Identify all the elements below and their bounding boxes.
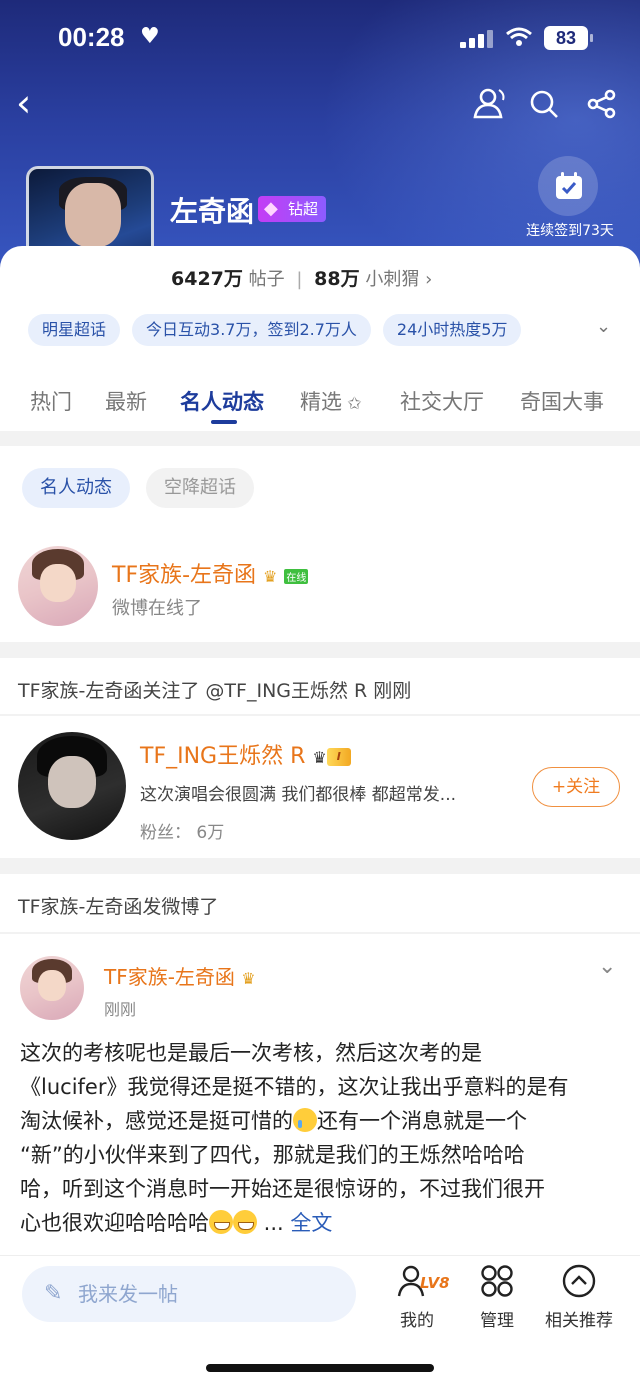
topic-chips: 明星超话 今日互动3.7万，签到2.7万人 24小时热度5万	[28, 314, 522, 348]
online-status: 微博在线了	[112, 598, 202, 619]
read-more-link[interactable]: 全文	[290, 1211, 332, 1235]
post-line: 心也很欢迎哈哈哈哈 ... 全文	[20, 1206, 625, 1240]
calendar-check-icon	[556, 172, 582, 199]
nav-recommend[interactable]: 相关推荐	[534, 1264, 624, 1331]
home-indicator[interactable]	[206, 1364, 434, 1372]
back-icon[interactable]: ‹	[16, 84, 31, 122]
tab-featured[interactable]: 精选 ✩	[300, 386, 362, 416]
stats-divider: |	[296, 269, 303, 290]
post-time: 刚刚	[104, 1000, 137, 1019]
tab-hot[interactable]: 热门	[30, 386, 72, 416]
share-icon[interactable]	[586, 88, 618, 124]
followed-user-name[interactable]: TF_ING王烁然 R ♛ I	[140, 738, 351, 770]
diamond-badge[interactable]: 钻超	[258, 196, 327, 222]
nav-manage-label: 管理	[480, 1311, 514, 1331]
avatar-face	[65, 183, 121, 247]
tab-kingdom-news[interactable]: 奇国大事	[520, 386, 604, 416]
post-line-text: 淘汰候补，感觉还是挺可惜的	[20, 1109, 293, 1133]
chevron-right-icon[interactable]: ›	[425, 269, 432, 290]
featured-icon: ✩	[342, 394, 362, 414]
followed-user-desc: 这次演唱会很圆满 我们都很棒 都超常发...	[140, 785, 457, 805]
tab-celebrity[interactable]: 名人动态	[180, 386, 264, 416]
level-label: LV8	[420, 1274, 450, 1292]
level-badge: I	[326, 748, 351, 766]
grin-emoji-icon	[233, 1210, 257, 1234]
posts-label: 帖子	[248, 269, 285, 290]
tab-social-hall[interactable]: 社交大厅	[400, 386, 484, 416]
nav-mine-label: 我的	[400, 1311, 434, 1331]
compose-input[interactable]: ✎ 我来发一帖	[22, 1266, 356, 1322]
tab-featured-label: 精选	[300, 390, 342, 414]
post-line-text: 还有一个消息就是一个	[317, 1109, 527, 1133]
follow-header: TF家族-左奇函关注了 @TF_ING王烁然 R 刚刚	[18, 680, 412, 702]
checkin-button[interactable]	[538, 156, 598, 216]
post-line: 哈，听到这个消息时一开始还是很惊讶的，不过我们很开	[20, 1177, 545, 1201]
crying-emoji-icon	[293, 1108, 317, 1132]
chip-star-topic[interactable]: 明星超话	[28, 314, 121, 346]
status-time: 00:28	[58, 22, 125, 52]
search-icon[interactable]	[528, 88, 560, 124]
fans-label[interactable]: 小刺猬	[365, 269, 419, 290]
chevron-down-icon[interactable]: ⌄	[598, 954, 616, 979]
followed-user-fans: 粉丝： 6万	[140, 823, 225, 843]
subtab-airdrop[interactable]: 空降超话	[146, 468, 254, 508]
signal-icon	[460, 30, 494, 48]
level-icon: LV8	[372, 1264, 462, 1302]
battery-indicator: 83	[544, 26, 593, 50]
online-badge: 在线	[284, 568, 309, 584]
avatar[interactable]	[20, 956, 84, 1020]
posts-count: 6427万	[171, 268, 243, 290]
tab-bar: 热门 最新 名人动态 精选 ✩ 社交大厅 奇国大事	[0, 380, 640, 430]
topic-stats: 6427万 帖子 | 88万 小刺猬 ›	[171, 264, 432, 291]
post-line: 《lucifer》我觉得还是挺不错的，这次让我出乎意料的是有	[20, 1075, 569, 1099]
checkin-label: 连续签到73天	[526, 223, 614, 239]
crown-icon: ♛	[263, 567, 278, 586]
compose-placeholder: 我来发一帖	[78, 1282, 178, 1306]
post-body: 这次的考核呢也是最后一次考核，然后这次考的是 《lucifer》我觉得还是挺不错…	[20, 1036, 625, 1240]
tab-latest[interactable]: 最新	[105, 386, 147, 416]
avatar[interactable]	[18, 732, 126, 840]
online-user-name-text: TF家族-左奇函	[112, 563, 257, 588]
crown-icon: ♛	[241, 969, 256, 988]
nav-manage[interactable]: 管理	[452, 1264, 542, 1331]
post-author-name: TF家族-左奇函	[104, 965, 235, 989]
topic-name: 左奇函	[170, 195, 255, 228]
post-header: TF家族-左奇函发微博了	[18, 896, 219, 918]
chip-heat[interactable]: 24小时热度5万	[382, 314, 522, 346]
subtab-bar: 名人动态 空降超话	[22, 468, 254, 508]
pencil-icon: ✎	[44, 1281, 63, 1306]
post-line: 淘汰候补，感觉还是挺可惜的 还有一个消息就是一个	[20, 1104, 625, 1138]
subtab-celebrity[interactable]: 名人动态	[22, 468, 130, 508]
followed-user-name-text: TF_ING王烁然 R	[140, 744, 306, 769]
nav-mine[interactable]: LV8 我的	[372, 1264, 462, 1331]
online-user-name[interactable]: TF家族-左奇函 ♛ 在线	[112, 557, 309, 589]
post-line: 这次的考核呢也是最后一次考核，然后这次考的是	[20, 1041, 482, 1065]
grid-icon	[452, 1264, 542, 1302]
post-line: “新”的小伙伴来到了四代，那就是我们的王烁然哈哈哈	[20, 1143, 525, 1167]
nav-recommend-label: 相关推荐	[545, 1311, 613, 1331]
follow-button[interactable]: +关注	[532, 767, 620, 807]
chevron-down-icon[interactable]: ⌄	[596, 316, 611, 337]
status-bar: 00:28 ♥ 83	[0, 20, 640, 60]
crown-icon: ♛	[312, 748, 327, 767]
grin-emoji-icon	[209, 1210, 233, 1234]
community-icon[interactable]	[472, 86, 508, 124]
heart-icon: ♥	[140, 24, 160, 49]
ellipsis-text: ...	[257, 1211, 284, 1235]
post-line-text: 心也很欢迎哈哈哈哈	[20, 1211, 209, 1235]
tab-indicator	[211, 420, 237, 424]
post-author[interactable]: TF家族-左奇函 ♛	[104, 961, 256, 990]
wifi-icon	[505, 26, 533, 54]
chip-daily-stats[interactable]: 今日互动3.7万，签到2.7万人	[132, 314, 371, 346]
avatar[interactable]	[18, 546, 98, 626]
up-arrow-circle-icon	[534, 1264, 624, 1302]
fans-count: 88万	[314, 268, 360, 290]
